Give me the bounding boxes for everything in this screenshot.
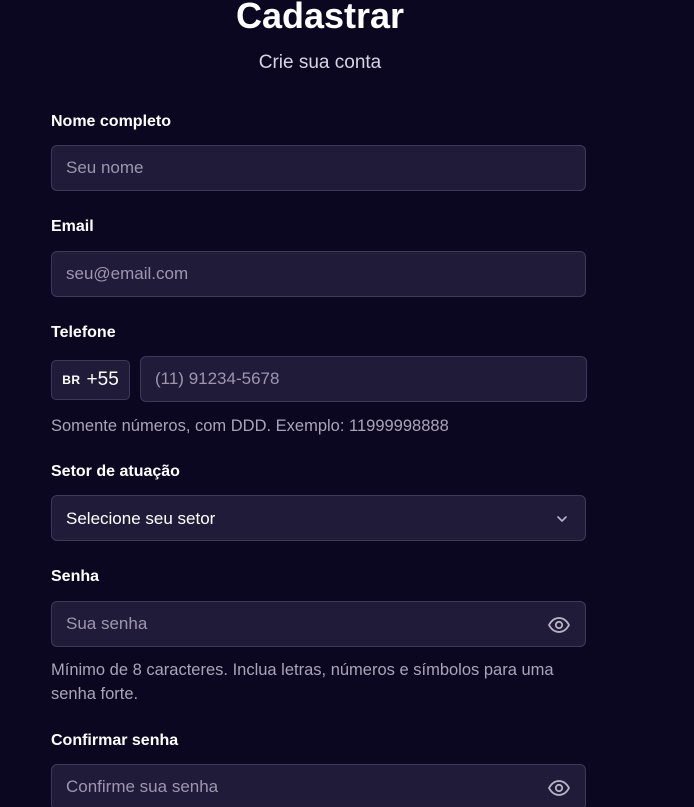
phone-input[interactable] <box>141 357 586 401</box>
password-label: Senha <box>51 568 100 585</box>
phone-field-container <box>140 356 587 402</box>
phone-hint: Somente números, com DDD. Exemplo: 11999… <box>51 417 449 435</box>
email-field-container <box>51 251 586 297</box>
eye-icon[interactable] <box>547 776 571 800</box>
name-label: Nome completo <box>51 113 172 130</box>
sector-label: Setor de atuação <box>51 463 180 480</box>
sector-select[interactable]: Selecione seu setor <box>51 495 586 541</box>
email-label: Email <box>51 218 94 235</box>
email-input[interactable] <box>52 252 585 296</box>
sector-selected-value: Selecione seu setor <box>66 509 216 528</box>
page-subtitle: Crie sua conta <box>258 52 382 73</box>
name-input[interactable] <box>52 146 585 190</box>
confirm-password-label: Confirmar senha <box>51 732 179 749</box>
page-title: Cadastrar <box>235 0 405 36</box>
password-hint: Mínimo de 8 caracteres. Inclua letras, n… <box>51 661 554 703</box>
dial-code: +55 <box>86 369 119 390</box>
confirm-password-input[interactable] <box>52 765 585 807</box>
signup-page: Cadastrar Crie sua conta Nome completo E… <box>0 0 694 807</box>
country-code: BR <box>62 373 81 387</box>
confirm-password-field-container <box>51 764 586 807</box>
phone-label: Telefone <box>51 324 116 341</box>
country-code-selector[interactable]: BR +55 <box>51 360 130 400</box>
eye-icon[interactable] <box>547 613 571 637</box>
name-field-container <box>51 145 586 191</box>
password-input[interactable] <box>52 602 585 646</box>
chevron-down-icon <box>557 516 567 522</box>
password-field-container <box>51 601 586 647</box>
